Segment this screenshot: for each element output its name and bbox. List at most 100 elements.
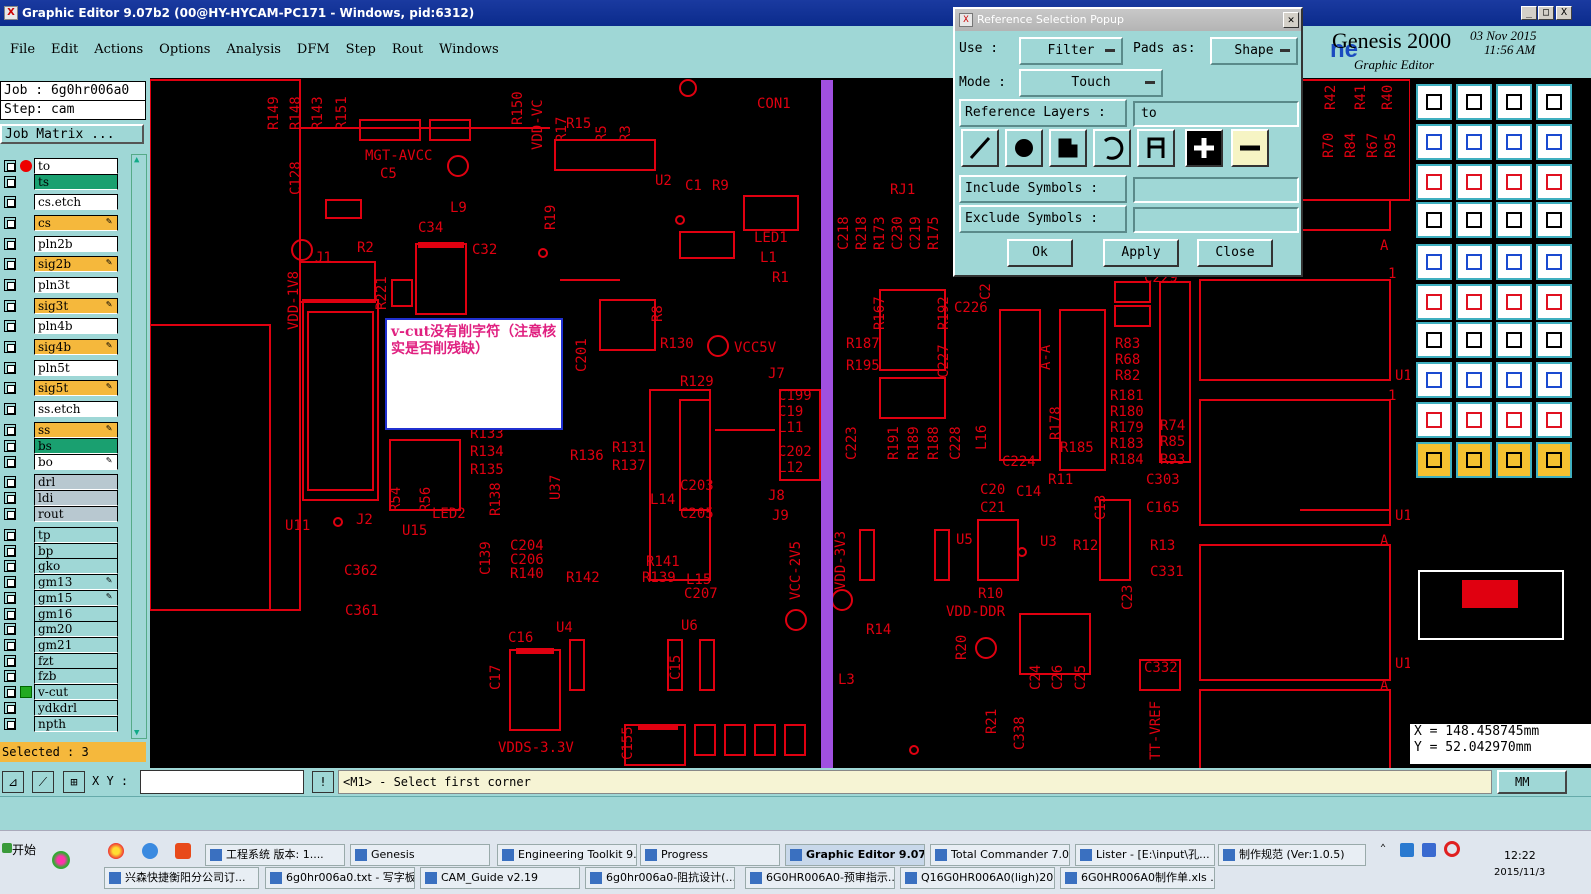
exclude-symbols-button[interactable]: Exclude Symbols : <box>959 205 1127 233</box>
layer-row-pln4b[interactable]: pln4b <box>2 318 118 334</box>
tool-filter-button[interactable] <box>1416 202 1452 238</box>
tool-link-button[interactable] <box>1496 284 1532 320</box>
scroll-up-icon[interactable]: ▲ <box>134 155 139 165</box>
layer-checkbox[interactable] <box>4 608 16 620</box>
tool-highlight-button[interactable] <box>1496 442 1532 478</box>
menu-windows[interactable]: Windows <box>439 42 499 57</box>
tool-select-button[interactable] <box>1416 442 1452 478</box>
layer-row-pln3t[interactable]: pln3t <box>2 277 118 293</box>
annotation-note[interactable]: v-cut没有削字符（注意核实是否削残缺） <box>385 318 563 430</box>
menu-edit[interactable]: Edit <box>51 42 78 57</box>
close-button[interactable]: Close <box>1197 239 1273 267</box>
tool-ruler-button[interactable] <box>1496 244 1532 280</box>
tool-add-line-button[interactable] <box>1416 322 1452 358</box>
info-icon[interactable]: ! <box>312 771 334 793</box>
tool-move-button[interactable] <box>1496 362 1532 398</box>
layer-checkbox[interactable] <box>4 160 16 172</box>
tool-help-button[interactable] <box>1536 164 1572 200</box>
layer-checkbox[interactable] <box>4 258 16 270</box>
line-symbol-button[interactable] <box>961 129 999 167</box>
layer-row-gko[interactable]: gko <box>2 558 118 574</box>
layer-row-gm21[interactable]: gm21 <box>2 637 118 653</box>
tool-refresh-button[interactable] <box>1536 124 1572 160</box>
menu-analysis[interactable]: Analysis <box>226 42 281 57</box>
tool-delete-button[interactable] <box>1456 284 1492 320</box>
tool-shape-button[interactable] <box>1456 244 1492 280</box>
tool-measure-button[interactable] <box>1456 202 1492 238</box>
layer-row-sig4b[interactable]: sig4b ✎ <box>2 339 118 355</box>
tool-print-button[interactable] <box>1456 84 1492 120</box>
layer-checkbox[interactable] <box>4 176 16 188</box>
tool-minus-button[interactable] <box>1456 362 1492 398</box>
layer-checkbox[interactable] <box>4 362 16 374</box>
layer-row-npth[interactable]: npth <box>2 716 118 732</box>
layer-row-to[interactable]: to <box>2 158 118 174</box>
layer-row-fzt[interactable]: fzt <box>2 653 118 669</box>
layer-checkbox[interactable] <box>4 508 16 520</box>
tool-ratio-button[interactable] <box>1496 164 1532 200</box>
remove-symbol-button[interactable] <box>1231 129 1269 167</box>
layer-checkbox[interactable] <box>4 492 16 504</box>
layer-row-gm20[interactable]: gm20 <box>2 621 118 637</box>
taskbar-item[interactable]: 6G0HR006A0制作单.xls ... <box>1060 867 1215 889</box>
layer-row-ts[interactable]: ts <box>2 174 118 190</box>
layer-row-ss[interactable]: ss ✎ <box>2 422 118 438</box>
taskbar-item[interactable]: 制作规范 (Ver:1.0.5) <box>1218 844 1366 866</box>
job-matrix-button[interactable]: Job Matrix ... <box>0 124 144 144</box>
measure-icon[interactable]: ⟋ <box>32 771 54 793</box>
layer-checkbox[interactable] <box>4 320 16 332</box>
surface-symbol-button[interactable] <box>1049 129 1087 167</box>
layer-checkbox[interactable] <box>4 341 16 353</box>
app-launcher-icon[interactable] <box>52 851 70 869</box>
layer-row-gm15[interactable]: gm15 ✎ <box>2 590 118 606</box>
layer-checkbox[interactable] <box>4 639 16 651</box>
layer-checkbox[interactable] <box>4 279 16 291</box>
reference-layers-button[interactable]: Reference Layers : <box>959 99 1127 127</box>
layer-checkbox[interactable] <box>4 702 16 714</box>
tool-clear-button[interactable] <box>1536 244 1572 280</box>
tool-cut-button[interactable] <box>1456 322 1492 358</box>
menu-options[interactable]: Options <box>159 42 210 57</box>
maximize-button[interactable]: □ <box>1538 6 1554 20</box>
layer-row-bo[interactable]: bo ✎ <box>2 454 118 470</box>
tool-undo-button[interactable] <box>1496 322 1532 358</box>
tool-outline-button[interactable] <box>1416 402 1452 438</box>
apply-button[interactable]: Apply <box>1103 239 1179 267</box>
layer-checkbox[interactable] <box>4 529 16 541</box>
taskbar-item[interactable]: Q16G0HR006A0(ligh)201... <box>900 867 1055 889</box>
layer-checkbox[interactable] <box>4 440 16 452</box>
ie-icon[interactable] <box>142 843 158 859</box>
include-symbols-input[interactable] <box>1133 177 1299 203</box>
tool-split-button[interactable] <box>1536 322 1572 358</box>
menu-rout[interactable]: Rout <box>392 42 423 57</box>
network-icon[interactable] <box>1400 843 1414 857</box>
layer-row-ydkdrl[interactable]: ydkdrl <box>2 700 118 716</box>
layer-checkbox[interactable] <box>4 424 16 436</box>
include-symbols-button[interactable]: Include Symbols : <box>959 175 1127 203</box>
layer-checkbox[interactable] <box>4 560 16 572</box>
tool-arc-button[interactable] <box>1456 402 1492 438</box>
taskbar-item[interactable]: Lister - [E:\input\孔... <box>1075 844 1215 866</box>
layer-row-v-cut[interactable]: v-cut <box>2 684 118 700</box>
layer-row-sig5t[interactable]: sig5t ✎ <box>2 380 118 396</box>
tool-home-button[interactable] <box>1496 84 1532 120</box>
tool-text-button[interactable] <box>1496 402 1532 438</box>
tool-pan-button[interactable] <box>1496 124 1532 160</box>
add-symbol-button[interactable] <box>1185 129 1223 167</box>
taskbar-item[interactable]: 兴森快捷衡阳分公司订... <box>104 867 259 889</box>
tool-zoom-button[interactable] <box>1456 164 1492 200</box>
taskbar-item[interactable]: 工程系统 版本: 1.... <box>205 844 345 866</box>
layer-checkbox[interactable] <box>4 545 16 557</box>
layer-row-pln5t[interactable]: pln5t <box>2 360 118 376</box>
layer-row-cs[interactable]: cs ✎ <box>2 215 118 231</box>
layer-checkbox[interactable] <box>4 476 16 488</box>
menu-actions[interactable]: Actions <box>94 42 143 57</box>
layer-checkbox[interactable] <box>4 300 16 312</box>
pads-as-select[interactable]: Shape <box>1210 37 1298 65</box>
taskbar-item[interactable]: 6g0hr006a0-阻抗设计(... <box>585 867 735 889</box>
taskbar-item[interactable]: Progress <box>640 844 780 866</box>
tool-window-button[interactable] <box>1536 84 1572 120</box>
layer-row-sig2b[interactable]: sig2b ✎ <box>2 256 118 272</box>
layer-checkbox[interactable] <box>4 238 16 250</box>
layer-checkbox[interactable] <box>4 576 16 588</box>
